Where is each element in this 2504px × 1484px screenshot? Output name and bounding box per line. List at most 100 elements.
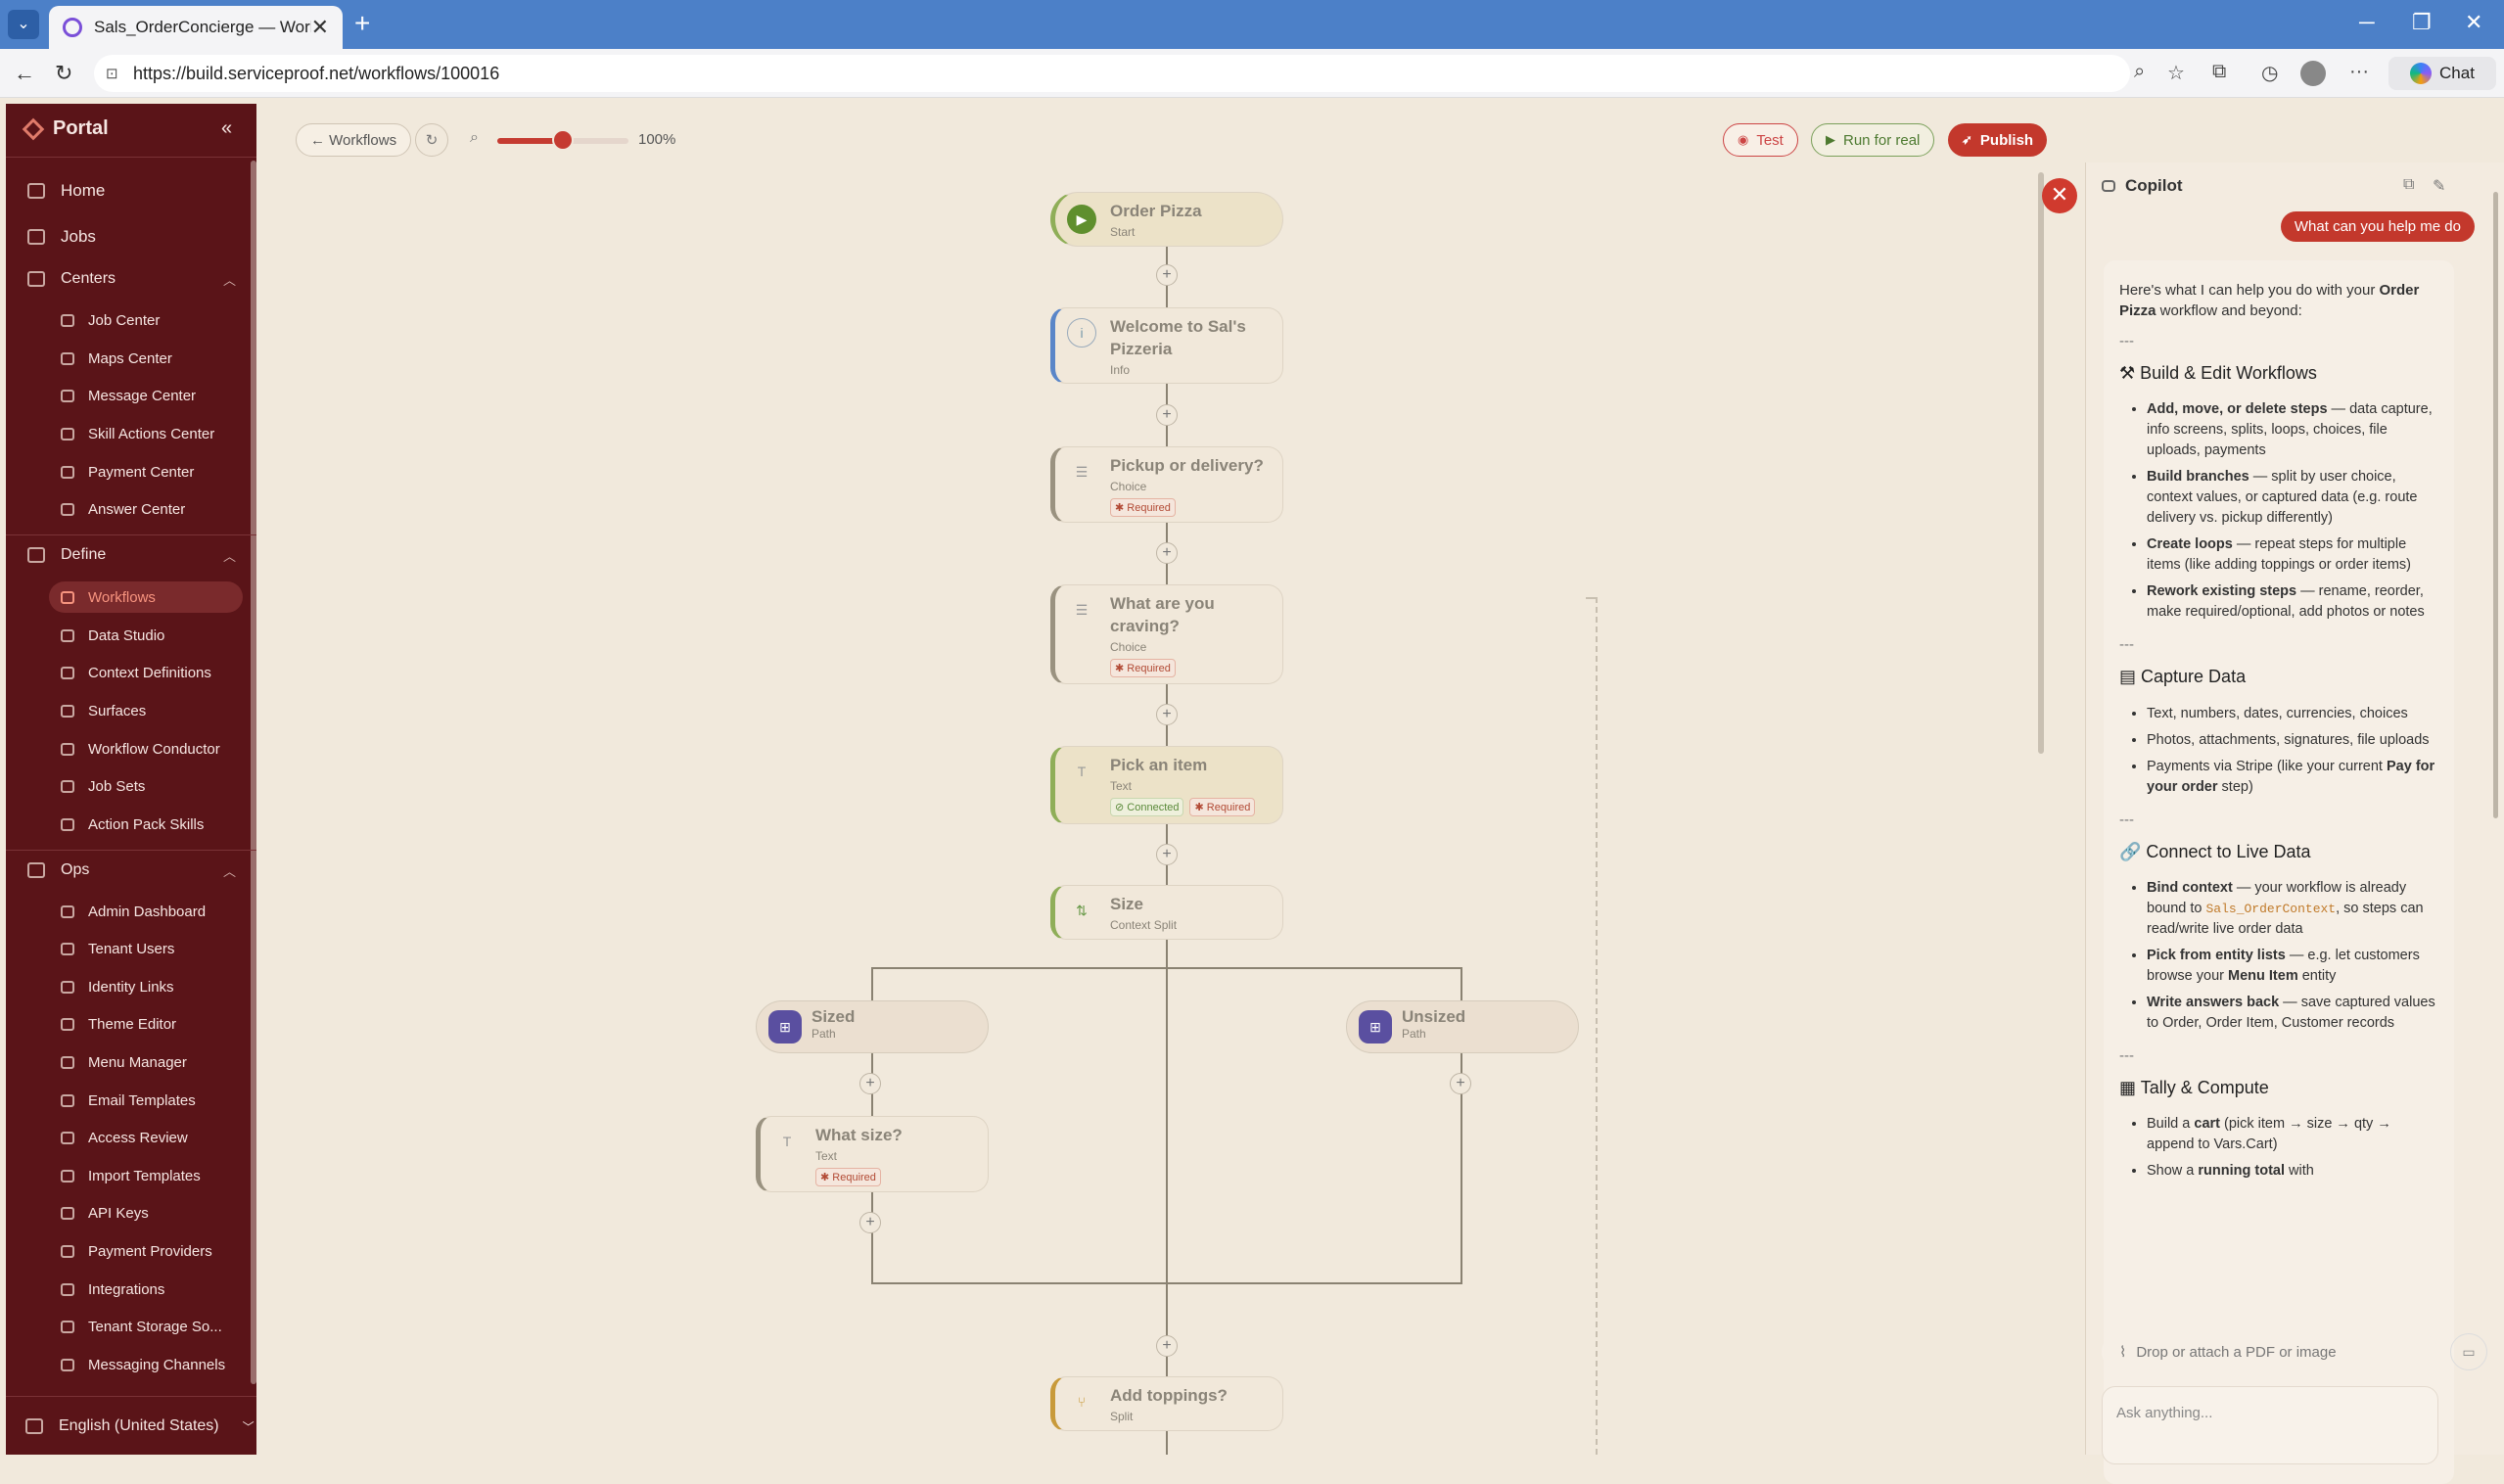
- add-step-button[interactable]: +: [1156, 844, 1178, 865]
- add-step-button[interactable]: +: [859, 1212, 881, 1233]
- zoom-value: 100%: [638, 131, 676, 148]
- ask-input[interactable]: Ask anything...: [2102, 1386, 2438, 1464]
- sidebar-item-messaging-channels[interactable]: Messaging Channels: [61, 1350, 225, 1379]
- close-copilot-button[interactable]: ✕: [2042, 178, 2077, 213]
- sidebar-item-tenant-storage[interactable]: Tenant Storage So...: [61, 1312, 222, 1341]
- test-button[interactable]: ◉ Test: [1723, 123, 1798, 157]
- language-selector[interactable]: English (United States) ﹀: [25, 1417, 255, 1435]
- sidebar-item-surfaces[interactable]: Surfaces: [61, 696, 146, 725]
- sidebar-item-menu-manager[interactable]: Menu Manager: [61, 1047, 187, 1077]
- sidebar-scrollbar[interactable]: [251, 161, 256, 1384]
- sidebar-item-payment-center[interactable]: Payment Center: [61, 457, 194, 487]
- copilot-scrollbar[interactable]: [2493, 192, 2498, 818]
- add-step-button[interactable]: +: [1156, 542, 1178, 564]
- sidebar-item-label: Email Templates: [88, 1091, 196, 1109]
- minimize-icon[interactable]: ─: [2359, 10, 2375, 35]
- more-icon[interactable]: ···: [2349, 61, 2369, 83]
- sidebar-item-identity-links[interactable]: Identity Links: [61, 972, 174, 1001]
- sidebar-item-maps-center[interactable]: Maps Center: [61, 344, 172, 373]
- site-info-icon[interactable]: ⊡: [106, 65, 118, 82]
- refresh-button[interactable]: ↻: [415, 123, 448, 157]
- storage-icon: [61, 1320, 74, 1333]
- sidebar-item-workflow-conductor[interactable]: Workflow Conductor: [61, 734, 220, 764]
- sidebar-item-job-sets[interactable]: Job Sets: [61, 771, 145, 801]
- list-item: Rework existing steps — rename, reorder,…: [2147, 581, 2438, 623]
- sidebar-section-centers[interactable]: Centers ︿: [27, 264, 236, 294]
- extensions-icon[interactable]: ⧉: [2212, 61, 2226, 83]
- flow-node-text[interactable]: T Pick an item Text ⊘ Connected ✱ Requir…: [1050, 746, 1283, 824]
- tab-list-button[interactable]: ⌄: [8, 10, 39, 39]
- flow-path-unsized[interactable]: ⊞ Unsized Path: [1346, 1000, 1579, 1053]
- browser-chat-button[interactable]: Chat: [2388, 57, 2496, 90]
- sidebar-item-skill-actions-center[interactable]: Skill Actions Center: [61, 419, 214, 448]
- zoom-out-icon[interactable]: ⌕: [470, 129, 479, 147]
- reload-icon[interactable]: ↻: [55, 61, 72, 86]
- list-item: Text, numbers, dates, currencies, choice…: [2147, 704, 2438, 724]
- sidebar-item-message-center[interactable]: Message Center: [61, 381, 196, 410]
- sidebar-item-context-definitions[interactable]: Context Definitions: [61, 658, 211, 687]
- close-tab-icon[interactable]: ✕: [311, 15, 329, 40]
- back-icon[interactable]: ←: [14, 61, 35, 86]
- add-step-button[interactable]: +: [1156, 704, 1178, 725]
- sidebar-item-api-keys[interactable]: API Keys: [61, 1198, 149, 1228]
- add-step-button[interactable]: +: [859, 1073, 881, 1094]
- flow-node-split[interactable]: ⑂ Add toppings? Split: [1050, 1376, 1283, 1431]
- node-title: What are you craving?: [1110, 594, 1215, 635]
- flow-node-info[interactable]: i Welcome to Sal's Pizzeria Info: [1050, 307, 1283, 384]
- sidebar-item-import-templates[interactable]: Import Templates: [61, 1161, 201, 1190]
- publish-button[interactable]: ➶ Publish: [1948, 123, 2048, 157]
- sidebar-item-data-studio[interactable]: Data Studio: [61, 621, 164, 650]
- add-step-button[interactable]: +: [1156, 264, 1178, 286]
- sidebar-item-admin-dashboard[interactable]: Admin Dashboard: [61, 897, 206, 926]
- restore-icon[interactable]: ❐: [2412, 10, 2432, 35]
- add-step-button[interactable]: +: [1156, 1335, 1178, 1357]
- copy-icon[interactable]: ⧉: [2403, 176, 2414, 194]
- flow-node-start[interactable]: ▶ Order Pizza Start: [1050, 192, 1283, 247]
- flow-node-choice[interactable]: ☰ What are you craving? Choice ✱ Require…: [1050, 584, 1283, 684]
- back-to-workflows-button[interactable]: ← Workflows: [296, 123, 412, 157]
- run-for-real-button[interactable]: ▶ Run for real: [1811, 123, 1935, 157]
- url-field[interactable]: ⊡ https://build.serviceproof.net/workflo…: [94, 55, 2130, 92]
- add-step-button[interactable]: +: [1450, 1073, 1471, 1094]
- node-type: Info: [1110, 362, 1131, 377]
- zoom-icon[interactable]: ⌕: [2134, 61, 2145, 83]
- sidebar-item-tenant-users[interactable]: Tenant Users: [61, 934, 174, 963]
- sidebar-item-label: Tenant Storage So...: [88, 1318, 222, 1335]
- section-label: Centers: [61, 270, 116, 287]
- sidebar-section-ops[interactable]: Ops ︿: [27, 856, 236, 885]
- sidebar-item-action-pack-skills[interactable]: Action Pack Skills: [61, 810, 204, 839]
- add-step-button[interactable]: +: [1156, 404, 1178, 426]
- flow-path-sized[interactable]: ⊞ Sized Path: [756, 1000, 989, 1053]
- browser-tab[interactable]: Sals_OrderConcierge — Workflow ✕: [49, 6, 343, 49]
- sidebar-item-access-review[interactable]: Access Review: [61, 1123, 188, 1152]
- sidebar-item-job-center[interactable]: Job Center: [61, 305, 160, 335]
- sidebar-item-theme-editor[interactable]: Theme Editor: [61, 1009, 176, 1039]
- sidebar-item-label: Admin Dashboard: [88, 903, 207, 920]
- attach-drop-zone[interactable]: ⌇ Drop or attach a PDF or image: [2102, 1333, 2438, 1370]
- collapse-sidebar-icon[interactable]: «: [221, 117, 232, 140]
- sidebar-item-email-templates[interactable]: Email Templates: [61, 1086, 196, 1115]
- new-tab-icon[interactable]: +: [354, 8, 370, 39]
- attach-file-button[interactable]: ▭: [2450, 1333, 2487, 1370]
- sidebar-item-answer-center[interactable]: Answer Center: [61, 494, 185, 524]
- flow-node-context-split[interactable]: ⇅ Size Context Split: [1050, 885, 1283, 940]
- flow-node-text[interactable]: T What size? Text ✱ Required: [756, 1116, 989, 1192]
- sidebar-item-integrations[interactable]: Integrations: [61, 1275, 164, 1304]
- sidebar-item-workflows[interactable]: Workflows: [49, 581, 243, 613]
- sidebar-item-home[interactable]: Home: [27, 176, 105, 206]
- sidebar-item-payment-providers[interactable]: Payment Providers: [61, 1236, 212, 1266]
- flow-node-choice[interactable]: ☰ Pickup or delivery? Choice ✱ Required: [1050, 446, 1283, 523]
- new-chat-icon[interactable]: ✎: [2433, 176, 2445, 196]
- canvas-scrollbar[interactable]: [2038, 172, 2044, 754]
- profile-avatar[interactable]: [2300, 61, 2326, 86]
- zoom-slider-handle[interactable]: [552, 129, 574, 151]
- user-message: What can you help me do: [2280, 211, 2475, 242]
- sidebar-item-jobs[interactable]: Jobs: [27, 222, 96, 252]
- brand[interactable]: Portal: [22, 117, 109, 140]
- history-icon[interactable]: ◷: [2261, 61, 2278, 85]
- favorite-icon[interactable]: ☆: [2167, 61, 2185, 85]
- list-item: Build branches — split by user choice, c…: [2147, 467, 2438, 529]
- window-close-icon[interactable]: ✕: [2465, 10, 2482, 35]
- sidebar-section-define[interactable]: Define ︿: [27, 540, 236, 570]
- copilot-header: Copilot: [2102, 176, 2183, 196]
